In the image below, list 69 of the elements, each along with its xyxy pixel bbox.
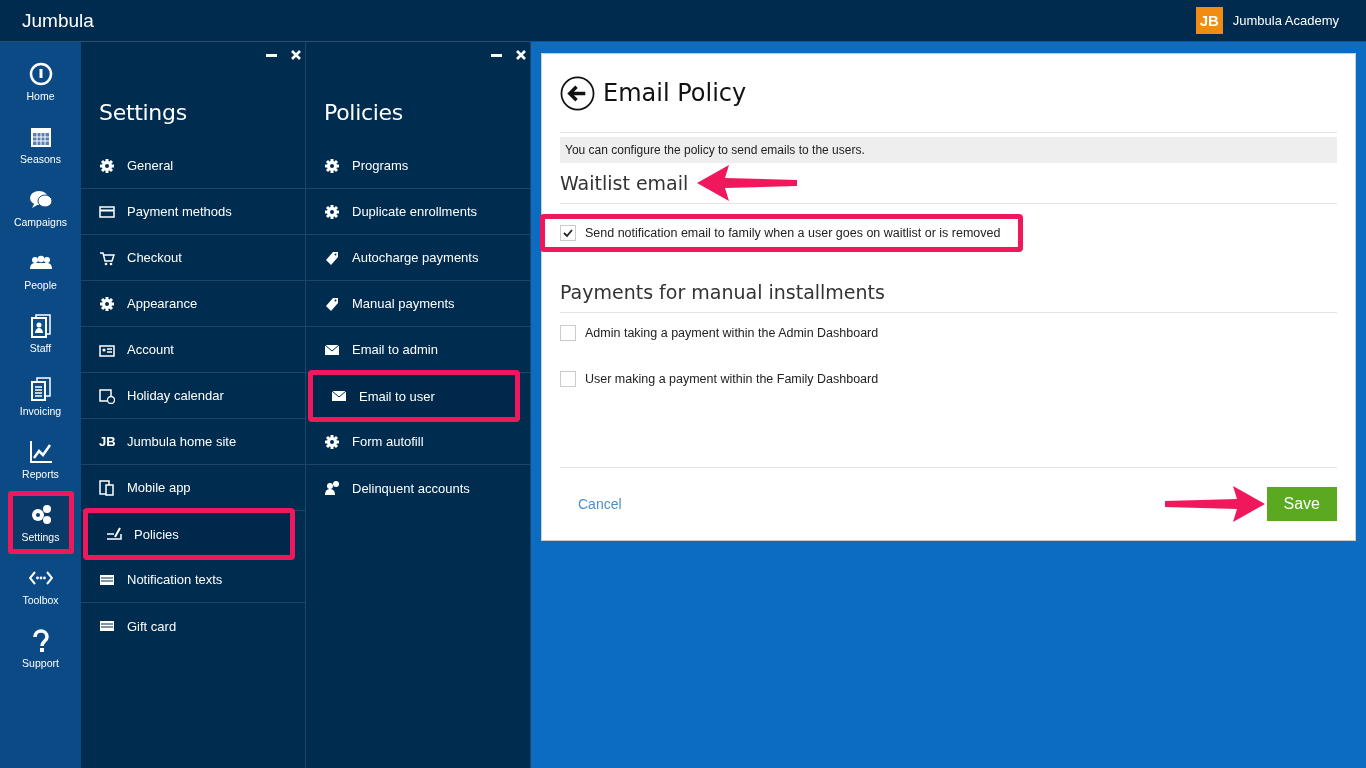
menu-item[interactable]: Account	[81, 327, 305, 372]
person-icon	[324, 480, 340, 496]
gear-icon	[324, 433, 340, 450]
menu-item[interactable]: Duplicate enrollments	[306, 189, 530, 234]
envelope-icon	[331, 388, 347, 404]
credit-card-icon	[99, 203, 115, 220]
nav-item[interactable]: Seasons	[7, 113, 74, 176]
minimize-icon[interactable]	[266, 53, 277, 57]
checkbox-label: Admin taking a payment within the Admin Dashboard	[585, 326, 879, 340]
nav-item[interactable]: Toolbox	[7, 554, 74, 617]
line-chart-icon	[28, 439, 53, 464]
info-banner: You can configure the policy to send emails to the users.	[560, 137, 1337, 163]
nav-item[interactable]: People	[7, 239, 74, 302]
menu-item[interactable]: Email to admin	[306, 327, 530, 372]
menu-item[interactable]: Checkout	[81, 235, 305, 280]
menu-item[interactable]: Autocharge payments	[306, 235, 530, 280]
nav-item[interactable]: Invoicing	[7, 365, 74, 428]
signature-icon	[106, 526, 122, 542]
nav-item[interactable]: Staff	[7, 302, 74, 365]
checkbox[interactable]	[560, 325, 576, 341]
app-title: Jumbula	[22, 9, 94, 32]
panel-title: Policies	[324, 100, 404, 125]
devices-icon	[99, 479, 115, 496]
documents-icon	[28, 376, 53, 401]
page-title: Email Policy	[603, 79, 747, 107]
checkbox-label: User making a payment within the Family Dashboard	[585, 372, 879, 386]
menu-item[interactable]: General	[81, 143, 305, 188]
close-icon[interactable]	[516, 50, 526, 60]
cart-icon	[99, 249, 115, 266]
nav-item[interactable]: Reports	[7, 428, 74, 491]
section-heading: Payments for manual installments	[560, 281, 885, 303]
section-heading: Waitlist email	[560, 172, 689, 194]
gear-icon	[324, 203, 340, 220]
minimize-icon[interactable]	[491, 53, 502, 57]
price-tag-icon	[324, 249, 340, 266]
menu-item[interactable]: Appearance	[81, 281, 305, 326]
menu-item[interactable]: Payment methods	[81, 189, 305, 234]
menu-item[interactable]: Form autofill	[306, 419, 530, 464]
logo-icon: JB	[99, 433, 115, 450]
close-icon[interactable]	[291, 50, 301, 60]
nav-item[interactable]: Home	[7, 50, 74, 113]
cancel-link[interactable]: Cancel	[560, 496, 640, 512]
menu-item[interactable]: Gift card	[81, 603, 305, 649]
nav-item[interactable]: Campaigns	[7, 176, 74, 239]
nav-item[interactable]: Settings	[7, 491, 74, 554]
checkbox[interactable]	[560, 371, 576, 387]
menu-item[interactable]: JB Jumbula home site	[81, 419, 305, 464]
account-name[interactable]: Jumbula Academy	[1232, 13, 1339, 28]
menu-item[interactable]: Delinquent accounts	[306, 465, 530, 511]
menu-item[interactable]: Policies	[88, 513, 290, 555]
price-tag-icon	[324, 295, 340, 312]
id-badge-icon	[28, 313, 53, 338]
checkbox-label: Send notification email to family when a user goes on waitlist or is removed	[585, 226, 1001, 240]
menu-item[interactable]: Holiday calendar	[81, 373, 305, 418]
logo-icon: JB	[1195, 7, 1223, 34]
nav-item[interactable]: Support	[7, 617, 74, 680]
menu-item[interactable]: Notification texts	[81, 557, 305, 602]
gear-icon	[324, 157, 340, 174]
menu-item[interactable]: Mobile app	[81, 465, 305, 510]
checkbox[interactable]	[560, 225, 576, 241]
list-card-icon	[99, 618, 115, 634]
menu-item[interactable]: Programs	[306, 143, 530, 188]
menu-item[interactable]: Manual payments	[306, 281, 530, 326]
panel-title: Settings	[99, 100, 188, 125]
gear-icon	[99, 157, 115, 174]
gear-icon	[99, 295, 115, 312]
menu-item[interactable]: Email to user	[313, 375, 515, 417]
gauge-icon	[28, 61, 53, 86]
calendar-clock-icon	[99, 387, 115, 404]
